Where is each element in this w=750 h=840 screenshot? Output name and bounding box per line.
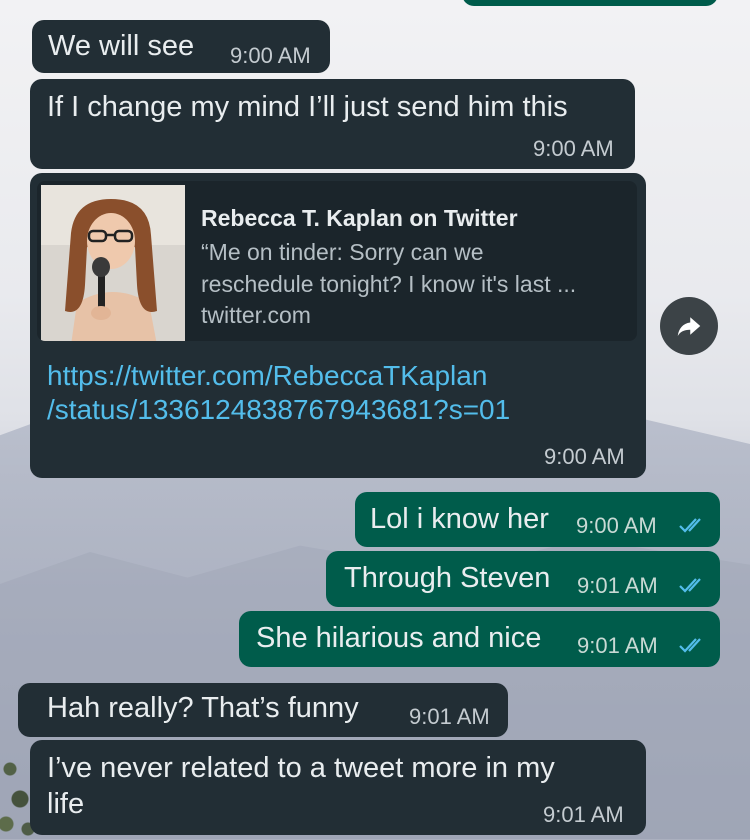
message-bubble-incoming[interactable]: If I change my mind I’ll just send him t… <box>30 79 635 169</box>
message-bubble-outgoing[interactable]: She hilarious and nice 9:01 AM <box>239 611 720 667</box>
forward-arrow-icon <box>677 317 701 336</box>
message-text: She hilarious and nice <box>256 622 542 654</box>
link-preview-card[interactable]: Rebecca T. Kaplan on Twitter “Me on tind… <box>37 181 637 341</box>
double-check-icon <box>679 518 701 533</box>
message-bubble-outgoing[interactable]: Lol i know her 9:00 AM <box>355 492 720 547</box>
message-bubble-partial[interactable] <box>462 0 718 6</box>
message-link[interactable]: https://twitter.com/RebeccaTKaplan /stat… <box>47 359 510 427</box>
message-bubble-incoming[interactable]: We will see 9:00 AM <box>32 20 330 73</box>
message-time: 9:01 AM <box>543 802 624 827</box>
link-preview-description: “Me on tinder: Sorry can we reschedule t… <box>201 236 631 300</box>
double-check-icon <box>679 638 701 653</box>
link-preview-description-line: “Me on tinder: Sorry can we <box>201 239 484 265</box>
message-text-line: I’ve never related to a tweet more in my <box>47 752 555 784</box>
link-preview-description-line: reschedule tonight? I know it's last ... <box>201 271 577 297</box>
message-text: We will see <box>48 30 195 62</box>
message-text: Lol i know her <box>370 503 549 535</box>
message-time: 9:01 AM <box>577 573 658 598</box>
message-bubble-link[interactable]: Rebecca T. Kaplan on Twitter “Me on tind… <box>30 173 646 478</box>
link-preview-domain: twitter.com <box>201 302 311 328</box>
message-text: If I change my mind I’ll just send him t… <box>47 91 568 123</box>
message-bubble-incoming[interactable]: Hah really? That’s funny 9:01 AM <box>18 683 508 737</box>
message-time: 9:00 AM <box>576 513 657 538</box>
message-link-line[interactable]: https://twitter.com/RebeccaTKaplan <box>47 359 510 393</box>
message-bubble-outgoing[interactable]: Through Steven 9:01 AM <box>326 551 720 607</box>
message-bubble-incoming[interactable]: I’ve never related to a tweet more in my… <box>30 740 646 835</box>
message-time: 9:01 AM <box>409 704 490 729</box>
forward-button[interactable] <box>660 297 718 355</box>
message-time: 9:01 AM <box>577 633 658 658</box>
message-text: I’ve never related to a tweet more in my… <box>47 750 555 822</box>
link-preview-title: Rebecca T. Kaplan on Twitter <box>201 205 518 231</box>
message-text-line: life <box>47 788 85 820</box>
message-text: Hah really? That’s funny <box>47 692 359 724</box>
message-time: 9:00 AM <box>533 136 614 161</box>
message-time: 9:00 AM <box>230 43 311 68</box>
link-preview-thumbnail <box>41 185 185 341</box>
message-time: 9:00 AM <box>544 444 625 469</box>
message-link-line[interactable]: /status/1336124838767943681?s=01 <box>47 393 510 427</box>
message-text: Through Steven <box>344 562 551 594</box>
double-check-icon <box>679 578 701 593</box>
